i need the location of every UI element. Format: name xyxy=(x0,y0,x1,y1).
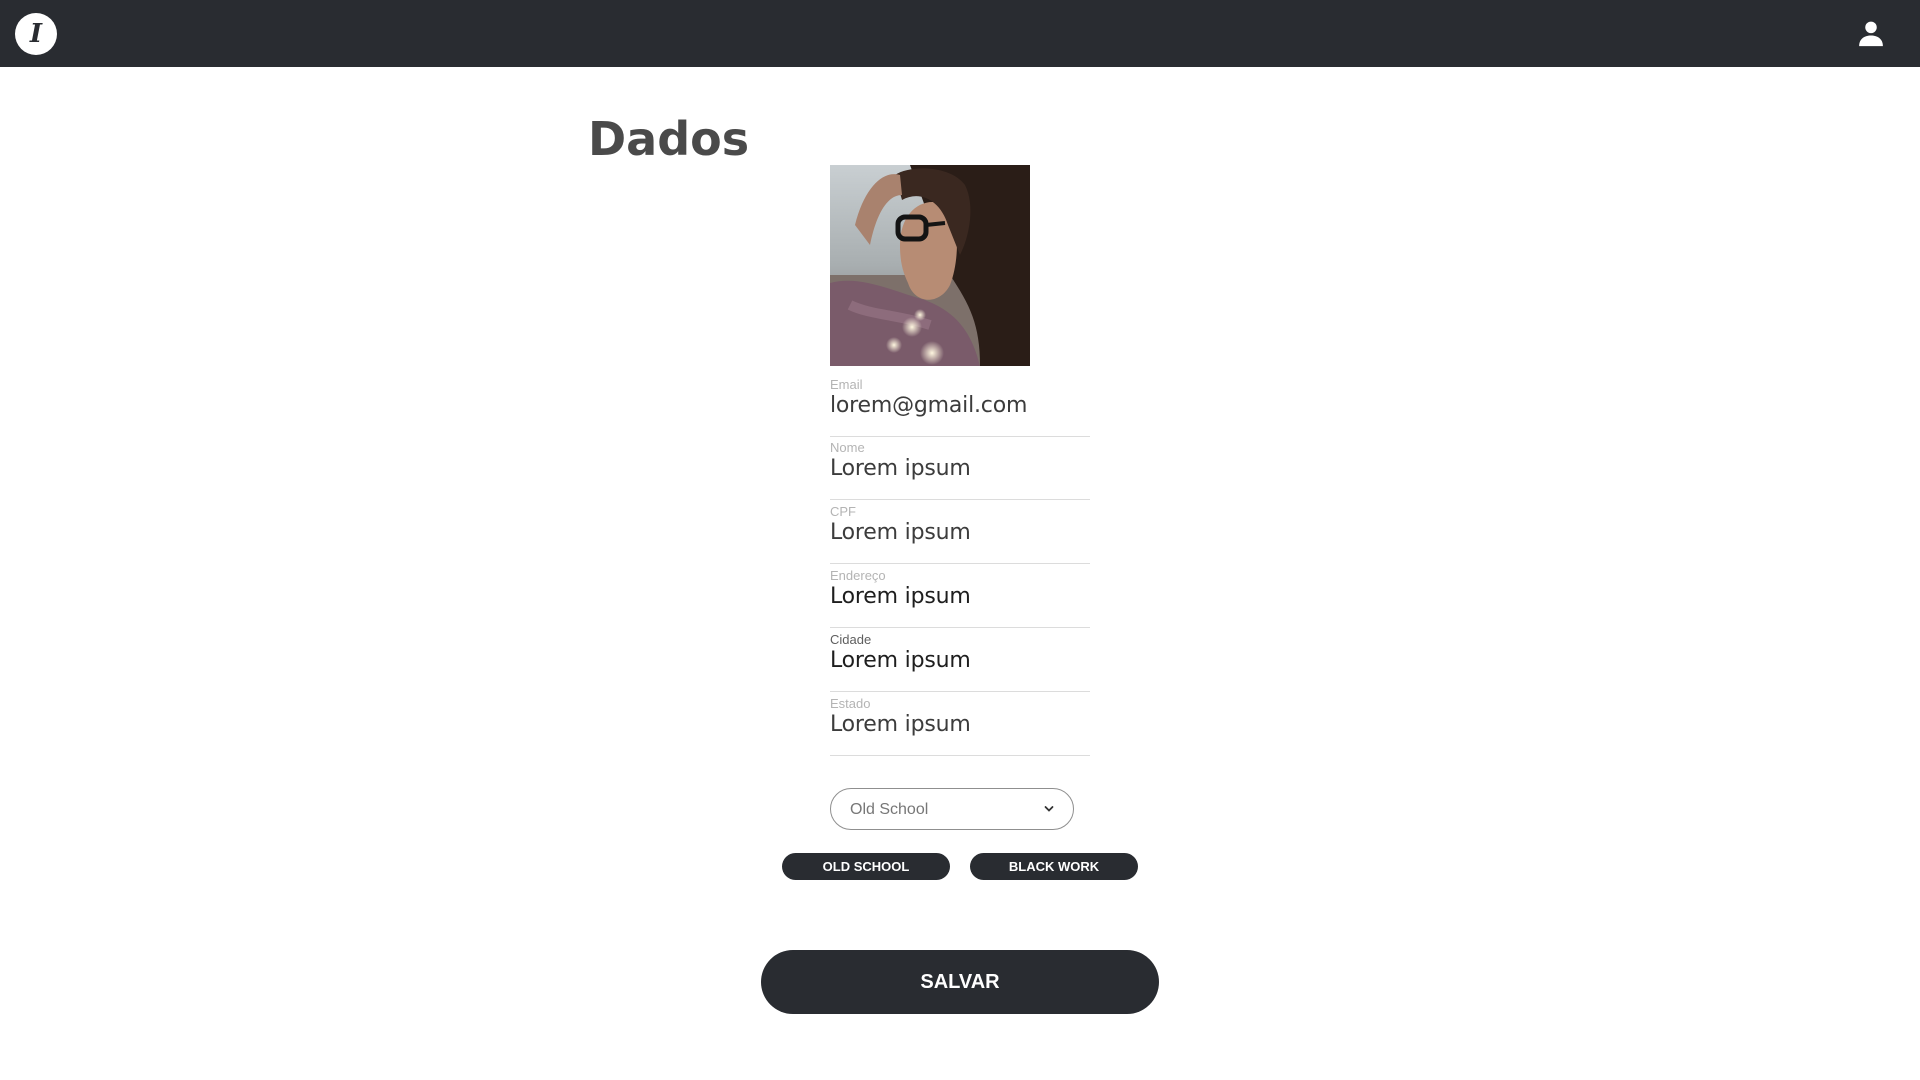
cpf-value[interactable]: Lorem ipsum xyxy=(830,520,971,545)
nome-label: Nome xyxy=(830,440,865,455)
logo[interactable]: I xyxy=(15,13,57,55)
endereco-field[interactable]: Endereço Lorem ipsum xyxy=(830,568,1090,628)
estado-label: Estado xyxy=(830,696,871,711)
estado-field[interactable]: Estado Lorem ipsum xyxy=(830,696,1090,756)
cidade-label: Cidade xyxy=(830,632,872,647)
style-select[interactable]: Old School xyxy=(830,788,1074,830)
nome-value[interactable]: Lorem ipsum xyxy=(830,456,971,481)
tag-old-school[interactable]: OLD SCHOOL xyxy=(782,853,950,880)
chevron-down-icon xyxy=(1044,806,1054,812)
endereco-label: Endereço xyxy=(830,568,886,583)
save-button[interactable]: SALVAR xyxy=(761,950,1159,1014)
endereco-value[interactable]: Lorem ipsum xyxy=(830,584,971,609)
style-select-value: Old School xyxy=(850,801,929,818)
email-field[interactable]: Email lorem@gmail.com xyxy=(830,377,1090,437)
nome-field[interactable]: Nome Lorem ipsum xyxy=(830,440,1090,500)
page-title: Dados xyxy=(588,112,750,166)
cpf-field[interactable]: CPF Lorem ipsum xyxy=(830,504,1090,564)
profile-photo xyxy=(830,165,1030,366)
tag-black-work[interactable]: BLACK WORK xyxy=(970,853,1138,880)
email-value[interactable]: lorem@gmail.com xyxy=(830,393,1027,418)
logo-icon: I xyxy=(29,19,43,49)
top-navigation-bar: I xyxy=(0,0,1920,67)
cpf-label: CPF xyxy=(830,504,856,519)
cidade-value[interactable]: Lorem ipsum xyxy=(830,648,971,673)
estado-value[interactable]: Lorem ipsum xyxy=(830,712,971,737)
email-label: Email xyxy=(830,377,863,392)
user-icon[interactable] xyxy=(1856,18,1886,48)
cidade-field[interactable]: Cidade Lorem ipsum xyxy=(830,632,1090,692)
